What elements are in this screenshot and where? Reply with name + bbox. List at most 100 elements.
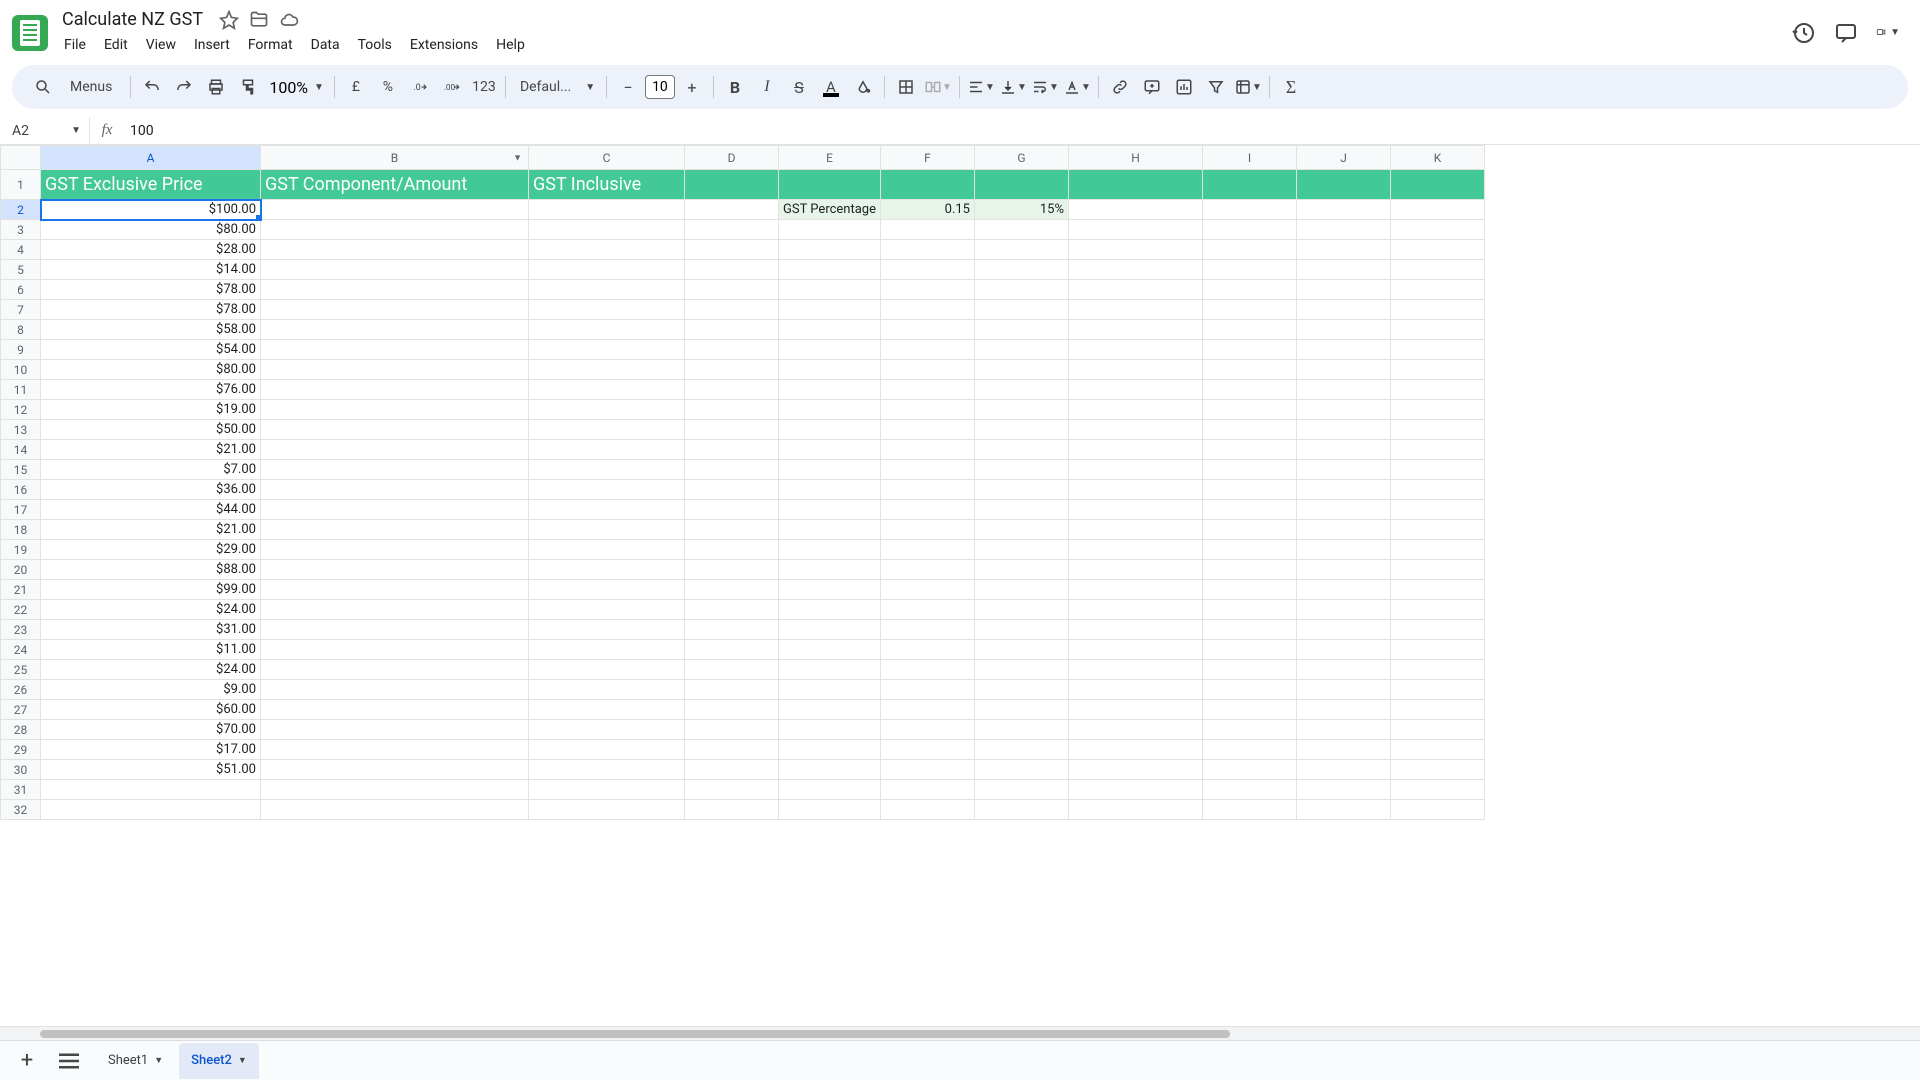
- row-header-12[interactable]: 12: [1, 400, 41, 420]
- cell-A6[interactable]: $78.00: [41, 280, 261, 300]
- cell-G23[interactable]: [975, 620, 1069, 640]
- cell-C9[interactable]: [529, 340, 685, 360]
- cell-J20[interactable]: [1297, 560, 1391, 580]
- cell-G22[interactable]: [975, 600, 1069, 620]
- cell-B27[interactable]: [261, 700, 529, 720]
- cell-K32[interactable]: [1391, 800, 1485, 820]
- cell-I18[interactable]: [1203, 520, 1297, 540]
- cell-G31[interactable]: [975, 780, 1069, 800]
- cell-H23[interactable]: [1069, 620, 1203, 640]
- cell-F1[interactable]: [881, 170, 975, 200]
- cell-F2[interactable]: 0.15: [881, 200, 975, 220]
- cell-H30[interactable]: [1069, 760, 1203, 780]
- menu-data[interactable]: Data: [303, 33, 348, 57]
- cell-B26[interactable]: [261, 680, 529, 700]
- vertical-align-button[interactable]: ▼: [998, 72, 1028, 102]
- cell-A10[interactable]: $80.00: [41, 360, 261, 380]
- cell-H9[interactable]: [1069, 340, 1203, 360]
- cell-K10[interactable]: [1391, 360, 1485, 380]
- column-header-F[interactable]: F: [881, 146, 975, 170]
- cell-D6[interactable]: [685, 280, 779, 300]
- borders-button[interactable]: [891, 72, 921, 102]
- cell-I5[interactable]: [1203, 260, 1297, 280]
- cell-H24[interactable]: [1069, 640, 1203, 660]
- cell-H2[interactable]: [1069, 200, 1203, 220]
- cell-A16[interactable]: $36.00: [41, 480, 261, 500]
- cell-A13[interactable]: $50.00: [41, 420, 261, 440]
- cell-K8[interactable]: [1391, 320, 1485, 340]
- cell-J5[interactable]: [1297, 260, 1391, 280]
- cell-B14[interactable]: [261, 440, 529, 460]
- cell-E4[interactable]: [779, 240, 881, 260]
- cell-H26[interactable]: [1069, 680, 1203, 700]
- cell-H17[interactable]: [1069, 500, 1203, 520]
- cell-F12[interactable]: [881, 400, 975, 420]
- cell-D10[interactable]: [685, 360, 779, 380]
- cell-G32[interactable]: [975, 800, 1069, 820]
- cell-A30[interactable]: $51.00: [41, 760, 261, 780]
- row-header-22[interactable]: 22: [1, 600, 41, 620]
- cell-K31[interactable]: [1391, 780, 1485, 800]
- add-sheet-button[interactable]: +: [12, 1046, 42, 1076]
- cell-K30[interactable]: [1391, 760, 1485, 780]
- cell-H22[interactable]: [1069, 600, 1203, 620]
- cell-D24[interactable]: [685, 640, 779, 660]
- sheet-tab-sheet2[interactable]: Sheet2▼: [179, 1043, 259, 1079]
- row-header-8[interactable]: 8: [1, 320, 41, 340]
- cell-E26[interactable]: [779, 680, 881, 700]
- cell-A31[interactable]: [41, 780, 261, 800]
- cell-G3[interactable]: [975, 220, 1069, 240]
- row-header-1[interactable]: 1: [1, 170, 41, 200]
- cell-G18[interactable]: [975, 520, 1069, 540]
- cell-F10[interactable]: [881, 360, 975, 380]
- cell-H3[interactable]: [1069, 220, 1203, 240]
- cell-F31[interactable]: [881, 780, 975, 800]
- cell-B3[interactable]: [261, 220, 529, 240]
- print-button[interactable]: [201, 72, 231, 102]
- cell-C14[interactable]: [529, 440, 685, 460]
- cell-F19[interactable]: [881, 540, 975, 560]
- cell-B19[interactable]: [261, 540, 529, 560]
- text-color-button[interactable]: A: [816, 72, 846, 102]
- sheets-logo[interactable]: [12, 15, 48, 51]
- cell-E1[interactable]: [779, 170, 881, 200]
- cell-J18[interactable]: [1297, 520, 1391, 540]
- row-header-7[interactable]: 7: [1, 300, 41, 320]
- insert-chart-button[interactable]: [1169, 72, 1199, 102]
- cell-K23[interactable]: [1391, 620, 1485, 640]
- cell-D2[interactable]: [685, 200, 779, 220]
- cell-I32[interactable]: [1203, 800, 1297, 820]
- meet-button[interactable]: ▼: [1876, 21, 1900, 45]
- cell-J7[interactable]: [1297, 300, 1391, 320]
- cell-K15[interactable]: [1391, 460, 1485, 480]
- cell-B23[interactable]: [261, 620, 529, 640]
- cell-D25[interactable]: [685, 660, 779, 680]
- cell-I19[interactable]: [1203, 540, 1297, 560]
- comments-icon[interactable]: [1834, 21, 1858, 45]
- cell-G11[interactable]: [975, 380, 1069, 400]
- cell-F18[interactable]: [881, 520, 975, 540]
- cell-D1[interactable]: [685, 170, 779, 200]
- cell-J32[interactable]: [1297, 800, 1391, 820]
- cell-K22[interactable]: [1391, 600, 1485, 620]
- cell-A23[interactable]: $31.00: [41, 620, 261, 640]
- cell-B21[interactable]: [261, 580, 529, 600]
- more-formats-button[interactable]: 123: [469, 72, 499, 102]
- cell-K16[interactable]: [1391, 480, 1485, 500]
- cell-B1[interactable]: GST Component/Amount: [261, 170, 529, 200]
- cell-K24[interactable]: [1391, 640, 1485, 660]
- cell-D31[interactable]: [685, 780, 779, 800]
- cell-D15[interactable]: [685, 460, 779, 480]
- cell-I26[interactable]: [1203, 680, 1297, 700]
- cell-E27[interactable]: [779, 700, 881, 720]
- cell-H16[interactable]: [1069, 480, 1203, 500]
- cell-J24[interactable]: [1297, 640, 1391, 660]
- cell-E29[interactable]: [779, 740, 881, 760]
- cell-C3[interactable]: [529, 220, 685, 240]
- cell-B28[interactable]: [261, 720, 529, 740]
- cell-B15[interactable]: [261, 460, 529, 480]
- cell-D4[interactable]: [685, 240, 779, 260]
- cell-I28[interactable]: [1203, 720, 1297, 740]
- cell-C20[interactable]: [529, 560, 685, 580]
- cell-C23[interactable]: [529, 620, 685, 640]
